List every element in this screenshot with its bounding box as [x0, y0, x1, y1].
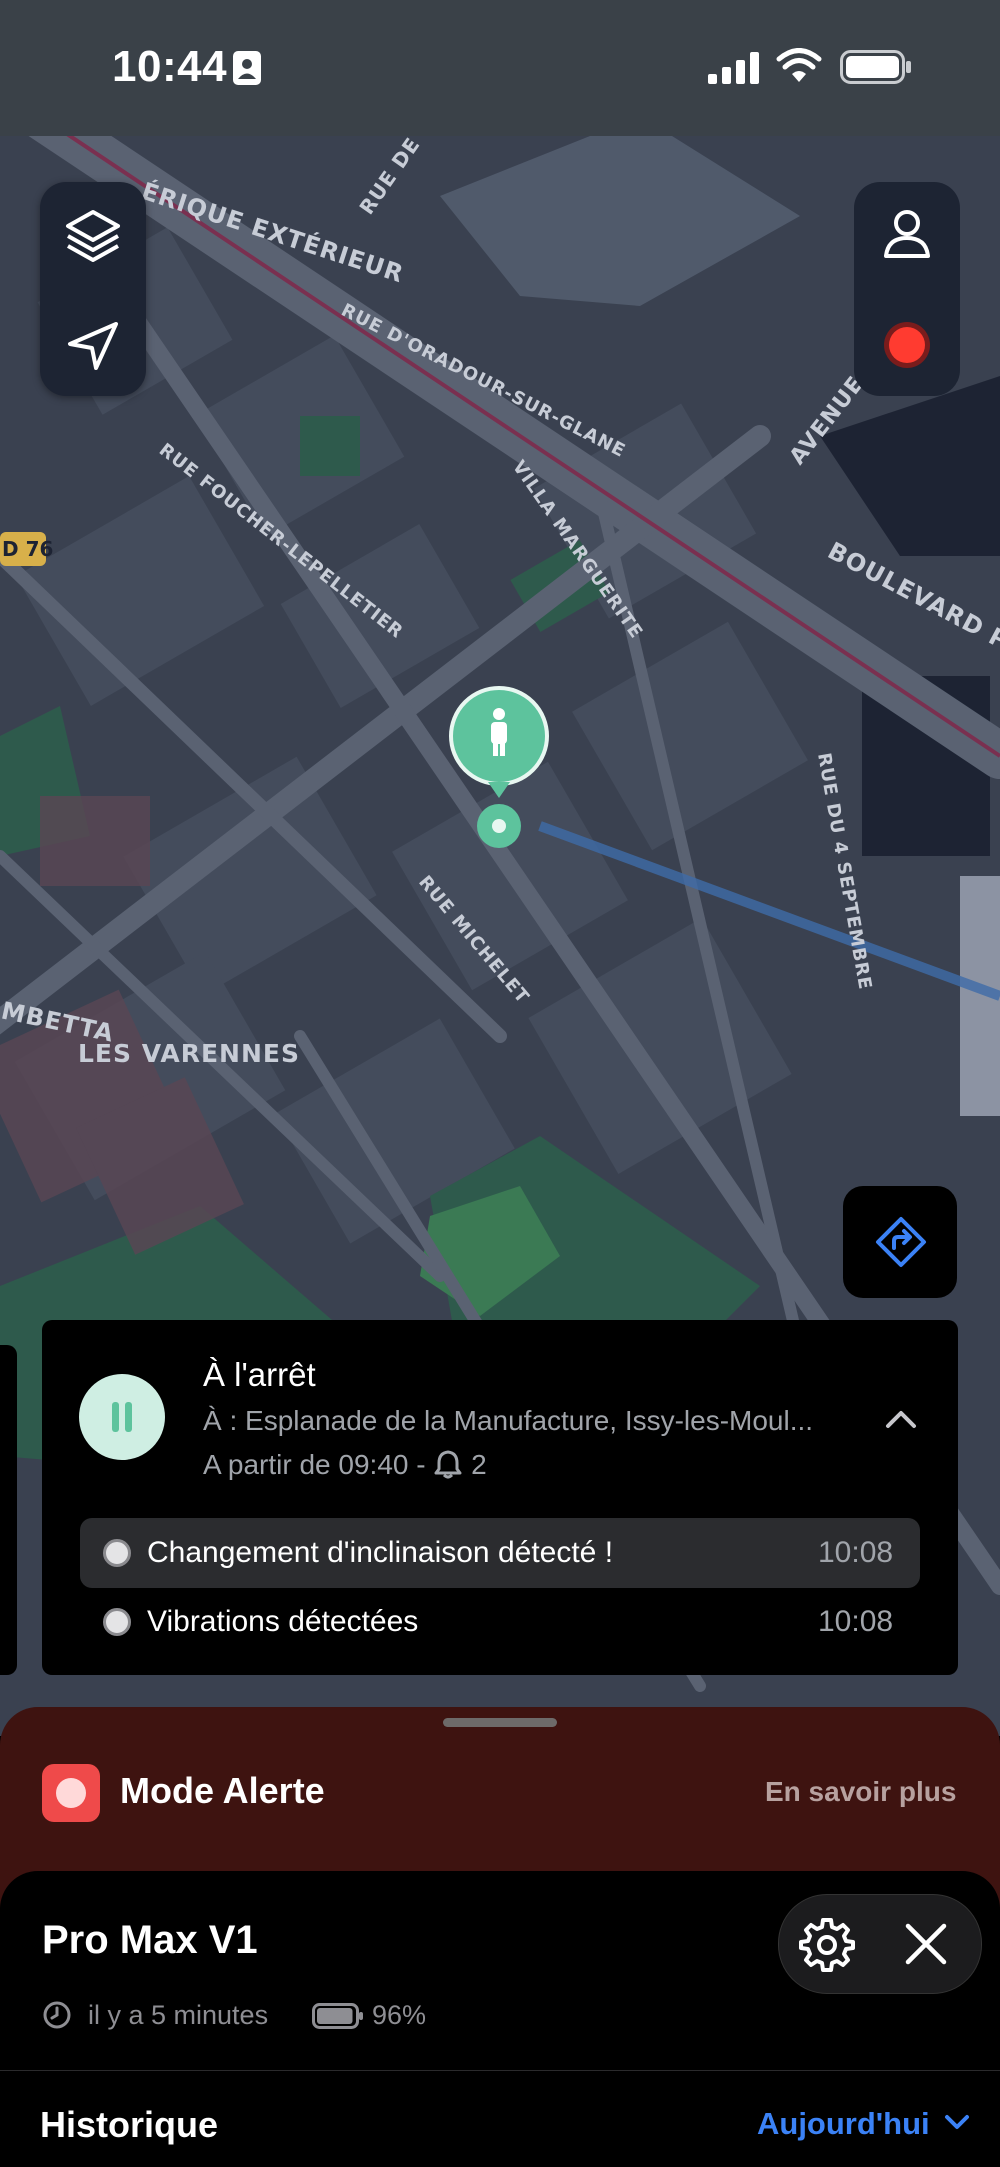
alert-mode-icon [42, 1764, 100, 1822]
chevron-down-icon [945, 2115, 970, 2129]
event-radio[interactable] [103, 1608, 131, 1636]
last-seen: il y a 5 minutes [88, 2000, 269, 2030]
svg-text:D 76: D 76 [2, 537, 53, 561]
cellular-signal-icon [708, 52, 759, 84]
chevron-up-icon[interactable] [885, 1408, 917, 1430]
previous-card-peek[interactable] [0, 1345, 17, 1675]
close-icon[interactable] [903, 1921, 949, 1967]
status-time: 10:44 [112, 42, 228, 91]
directions-icon [876, 1217, 926, 1267]
device-battery-icon [312, 2003, 363, 2029]
device-actions [778, 1894, 982, 1994]
history-title: Historique [40, 2104, 219, 2145]
event-time: 10:08 [818, 1536, 894, 1569]
contact-card-icon [233, 51, 261, 85]
divider [0, 2070, 1000, 2071]
wifi-icon [776, 48, 822, 82]
directions-button[interactable] [843, 1186, 957, 1298]
bell-icon [434, 1450, 462, 1479]
record-icon[interactable] [882, 320, 932, 370]
layers-icon[interactable] [64, 206, 122, 264]
svg-text:LES VARENNES: LES VARENNES [78, 1039, 300, 1068]
status-since: A partir de 09:40 - 2 [203, 1449, 487, 1480]
navigation-arrow-icon[interactable] [64, 320, 122, 372]
device-name: Pro Max V1 [42, 1918, 258, 1962]
alert-count: 2 [471, 1449, 487, 1480]
map-controls-left [40, 182, 146, 396]
event-time: 10:08 [818, 1605, 894, 1638]
status-title: À l'arrêt [203, 1356, 316, 1393]
battery-level: 96% [372, 2000, 427, 2030]
battery-icon [840, 50, 911, 84]
clock-icon [43, 2001, 71, 2029]
map-controls-right [854, 182, 960, 396]
person-icon[interactable] [882, 208, 932, 260]
pause-icon [79, 1374, 165, 1460]
period-selector[interactable]: Aujourd'hui [757, 2106, 970, 2142]
event-radio[interactable] [103, 1539, 131, 1567]
event-label: Vibrations détectées [147, 1605, 419, 1638]
learn-more-link[interactable]: En savoir plus [765, 1776, 956, 1808]
status-address: À : Esplanade de la Manufacture, Issy-le… [203, 1405, 814, 1436]
gear-icon[interactable] [799, 1917, 855, 1973]
event-label: Changement d'inclinaison détecté ! [147, 1536, 614, 1569]
period-label: Aujourd'hui [757, 2106, 930, 2141]
sheet-handle[interactable] [443, 1718, 557, 1727]
alert-mode-title: Mode Alerte [120, 1770, 325, 1811]
